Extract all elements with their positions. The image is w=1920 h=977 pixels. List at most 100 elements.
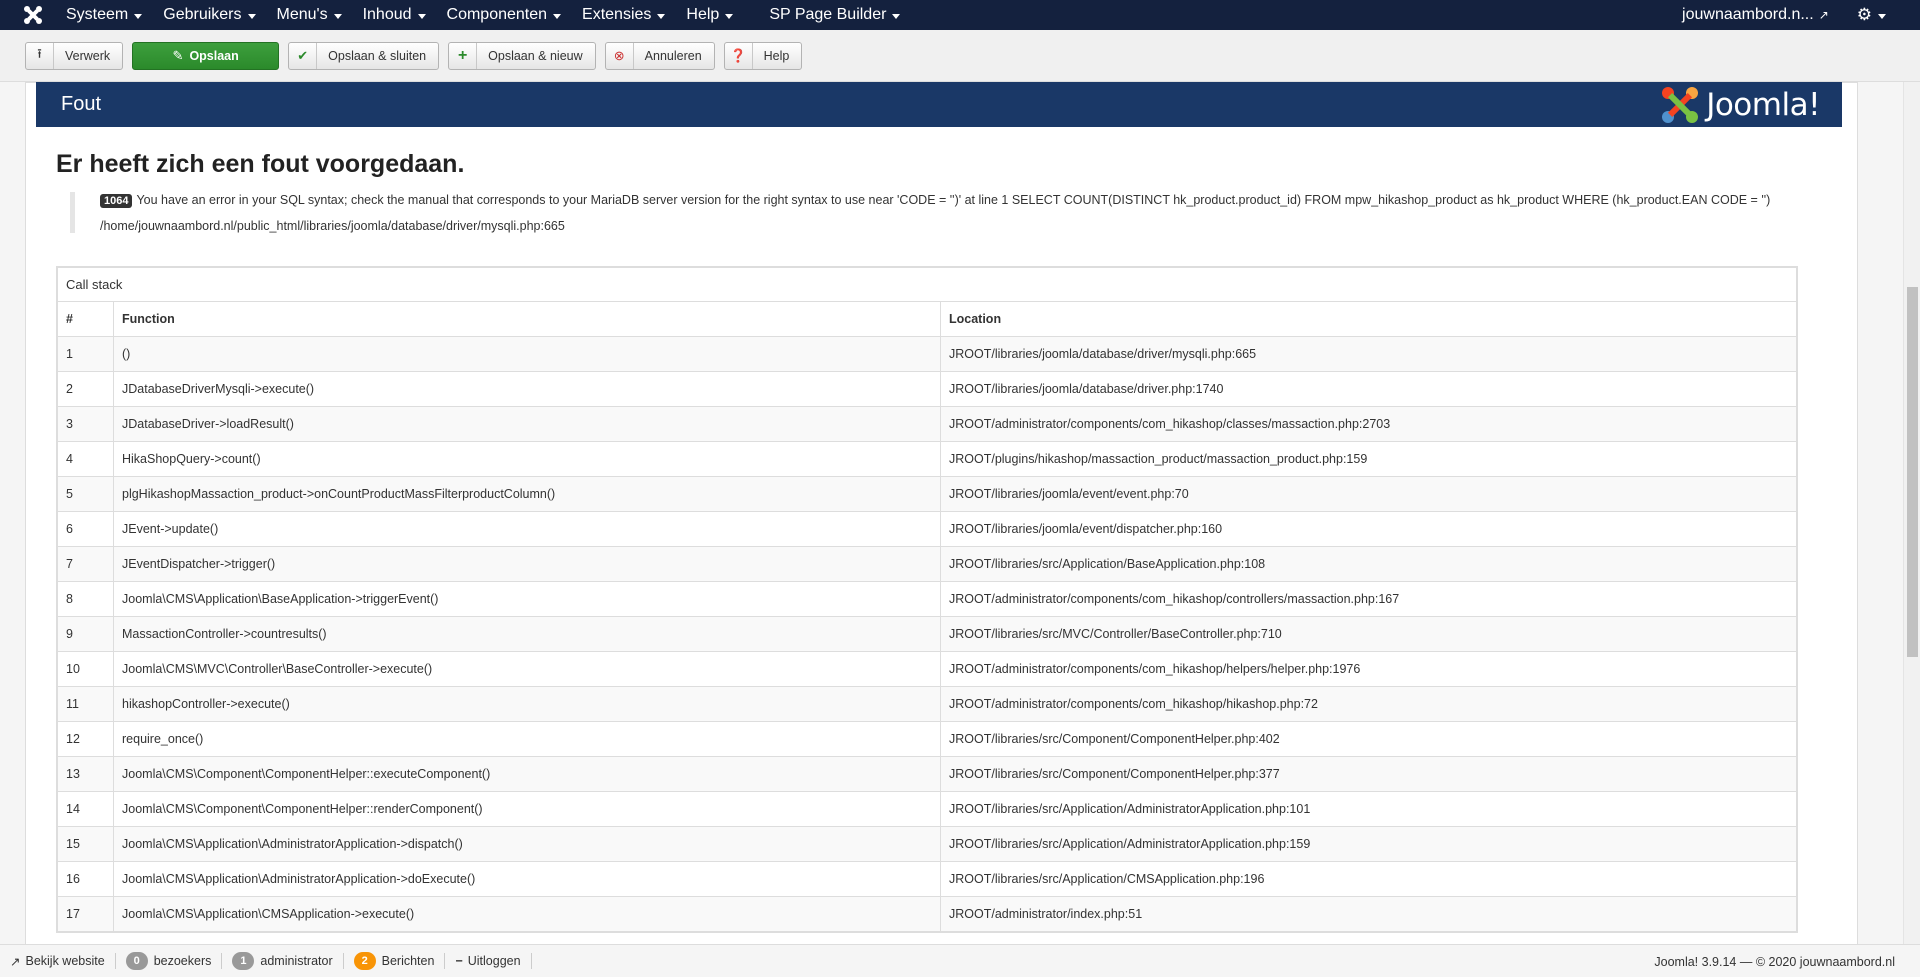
main-menu: Systeem Gebruikers Menu's Inhoud Compone… (66, 0, 921, 30)
cancel-icon: ⊗ (606, 42, 634, 69)
call-stack-caption: Call stack (57, 267, 1797, 301)
table-row: 2 JDatabaseDriverMysqli->execute() JROOT/l… (57, 371, 1797, 407)
admins-link[interactable]: 1 administrator (222, 952, 344, 970)
help-button[interactable]: ❓ Help (723, 41, 803, 70)
menu-sp-page-builder[interactable]: SP Page Builder (769, 0, 911, 30)
cell-function: () (113, 336, 941, 372)
cell-num: 14 (57, 791, 114, 827)
edit-icon: ✎ (172, 47, 184, 63)
caret-down-icon (657, 13, 666, 19)
check-icon: ✔ (289, 42, 318, 69)
table-row: 14 Joomla\CMS\Component\ComponentHelper::… (57, 791, 1797, 827)
table-row: 8 Joomla\CMS\Application\BaseApplication-… (57, 581, 1797, 617)
cell-num: 6 (57, 511, 114, 547)
table-row: 5 plgHikashopMassaction_product->onCountP… (57, 476, 1797, 512)
menu-label: Componenten (446, 6, 548, 23)
error-code-badge: 1064 (100, 194, 133, 208)
table-row: 13 Joomla\CMS\Component\ComponentHelper::… (57, 756, 1797, 792)
error-header-title: Fout (61, 93, 102, 115)
cell-function: Joomla\CMS\Component\ComponentHelper::re… (113, 791, 941, 827)
table-row: 7 JEventDispatcher->trigger() JROOT/librar… (57, 546, 1797, 582)
cell-function: Joomla\CMS\Application\BaseApplication->… (113, 581, 941, 617)
cell-function: JDatabaseDriver->loadResult() (113, 406, 941, 442)
view-site-link[interactable]: ↗ Bekijk website (0, 953, 116, 969)
caret-down-icon (725, 13, 734, 19)
view-site-label: Bekijk website (25, 954, 105, 968)
site-link[interactable]: jouwnaambord.n... ↗ (1682, 6, 1829, 24)
cell-location: JROOT/libraries/joomla/database/driver.p… (940, 371, 1797, 407)
admins-label: administrator (260, 954, 333, 968)
cell-function: Joomla\CMS\Application\CMSApplication->e… (113, 896, 941, 932)
status-bar: ↗ Bekijk website 0 bezoekers 1 administr… (0, 944, 1920, 977)
site-link-label: jouwnaambord.n... (1682, 6, 1814, 23)
menu-menus[interactable]: Menu's (277, 0, 353, 30)
save-new-button[interactable]: + Opslaan & nieuw (448, 41, 596, 70)
error-message-block: 1064 You have an error in your SQL syntax… (70, 192, 1840, 233)
error-file-path: /home/jouwnaambord.nl/public_html/librar… (100, 219, 565, 233)
table-row: 1() JROOT/libraries/joomla/database/drive… (57, 336, 1797, 372)
save-close-button[interactable]: ✔ Opslaan & sluiten (288, 41, 440, 70)
cell-num: 17 (57, 896, 114, 932)
column-header-function: Function (113, 301, 941, 337)
table-row: 3 JDatabaseDriver->loadResult() JROOT/admi… (57, 406, 1797, 442)
error-message-text: You have an error in your SQL syntax; ch… (136, 193, 1771, 207)
cell-num: 1 (57, 336, 114, 372)
cell-num: 11 (57, 686, 114, 722)
menu-label: Help (686, 6, 720, 23)
cell-function: JEvent->update() (113, 511, 941, 547)
logout-link[interactable]: − Uitloggen (445, 953, 532, 969)
messages-label: Berichten (381, 954, 435, 968)
menu-extensies[interactable]: Extensies (582, 0, 676, 30)
call-stack-grid: # Function Location 1() JROOT/libraries/j… (57, 301, 1797, 932)
visitors-link[interactable]: 0 bezoekers (116, 952, 223, 970)
table-row: 16 Joomla\CMS\Application\AdministratorAp… (57, 861, 1797, 897)
process-button[interactable]: ⭱ Verwerk (25, 41, 124, 70)
caret-down-icon (247, 13, 256, 19)
cell-function: plgHikashopMassaction_product->onCountPr… (113, 476, 941, 512)
cell-num: 5 (57, 476, 114, 512)
minus-icon: − (455, 954, 463, 968)
table-row: 17 Joomla\CMS\Application\CMSApplication-… (57, 896, 1797, 932)
menu-componenten[interactable]: Componenten (447, 0, 573, 30)
menu-help[interactable]: Help (686, 0, 744, 30)
messages-link[interactable]: 2 Berichten (344, 952, 446, 970)
error-message: 1064 You have an error in your SQL syntax… (100, 192, 1840, 210)
call-stack-body: 1() JROOT/libraries/joomla/database/drive… (57, 336, 1797, 932)
joomla-wordmark: Joomla! (1706, 86, 1820, 123)
cell-location: JROOT/administrator/components/com_hikas… (940, 651, 1797, 687)
cell-function: JDatabaseDriverMysqli->execute() (113, 371, 941, 407)
vertical-scrollbar[interactable] (1903, 82, 1920, 944)
table-row: 11 hikashopController->execute() JROOT/adm… (57, 686, 1797, 722)
menu-gebruikers[interactable]: Gebruikers (163, 0, 266, 30)
cell-function: Joomla\CMS\Application\AdministratorAppl… (113, 861, 941, 897)
cell-num: 8 (57, 581, 114, 617)
table-row: 4 HikaShopQuery->count() JROOT/plugins/hik… (57, 441, 1797, 477)
scrollbar-thumb[interactable] (1907, 287, 1918, 657)
cell-num: 12 (57, 721, 114, 757)
cell-function: Joomla\CMS\Application\AdministratorAppl… (113, 826, 941, 862)
cell-location: JROOT/administrator/components/com_hikas… (940, 686, 1797, 722)
messages-count-badge: 2 (353, 952, 376, 970)
logout-label: Uitloggen (467, 954, 521, 968)
plus-icon: + (449, 42, 478, 69)
cell-location: JROOT/libraries/src/Application/CMSAppli… (940, 861, 1797, 897)
external-link-icon: ↗ (10, 954, 21, 969)
cell-function: Joomla\CMS\Component\ComponentHelper::ex… (113, 756, 941, 792)
joomla-version: Joomla! 3.9.14 (1654, 954, 1737, 969)
button-label: Help (763, 48, 790, 63)
button-label: Verwerk (65, 48, 111, 63)
user-settings-menu[interactable]: ⚙ (1857, 5, 1886, 25)
menu-systeem[interactable]: Systeem (66, 0, 153, 30)
save-button[interactable]: ✎ Opslaan (132, 41, 280, 70)
caret-down-icon (134, 13, 143, 19)
cell-num: 9 (57, 616, 114, 652)
cell-location: JROOT/libraries/joomla/database/driver/m… (940, 336, 1797, 372)
table-row: 15 Joomla\CMS\Application\AdministratorAp… (57, 826, 1797, 862)
button-label: Annuleren (644, 48, 702, 63)
cell-location: JROOT/libraries/src/Application/Administ… (940, 826, 1797, 862)
cell-function: MassactionController->countresults() (113, 616, 941, 652)
menu-inhoud[interactable]: Inhoud (363, 0, 437, 30)
joomla-logo-icon[interactable] (0, 0, 66, 30)
question-icon: ❓ (725, 42, 753, 69)
cancel-button[interactable]: ⊗ Annuleren (604, 41, 715, 70)
